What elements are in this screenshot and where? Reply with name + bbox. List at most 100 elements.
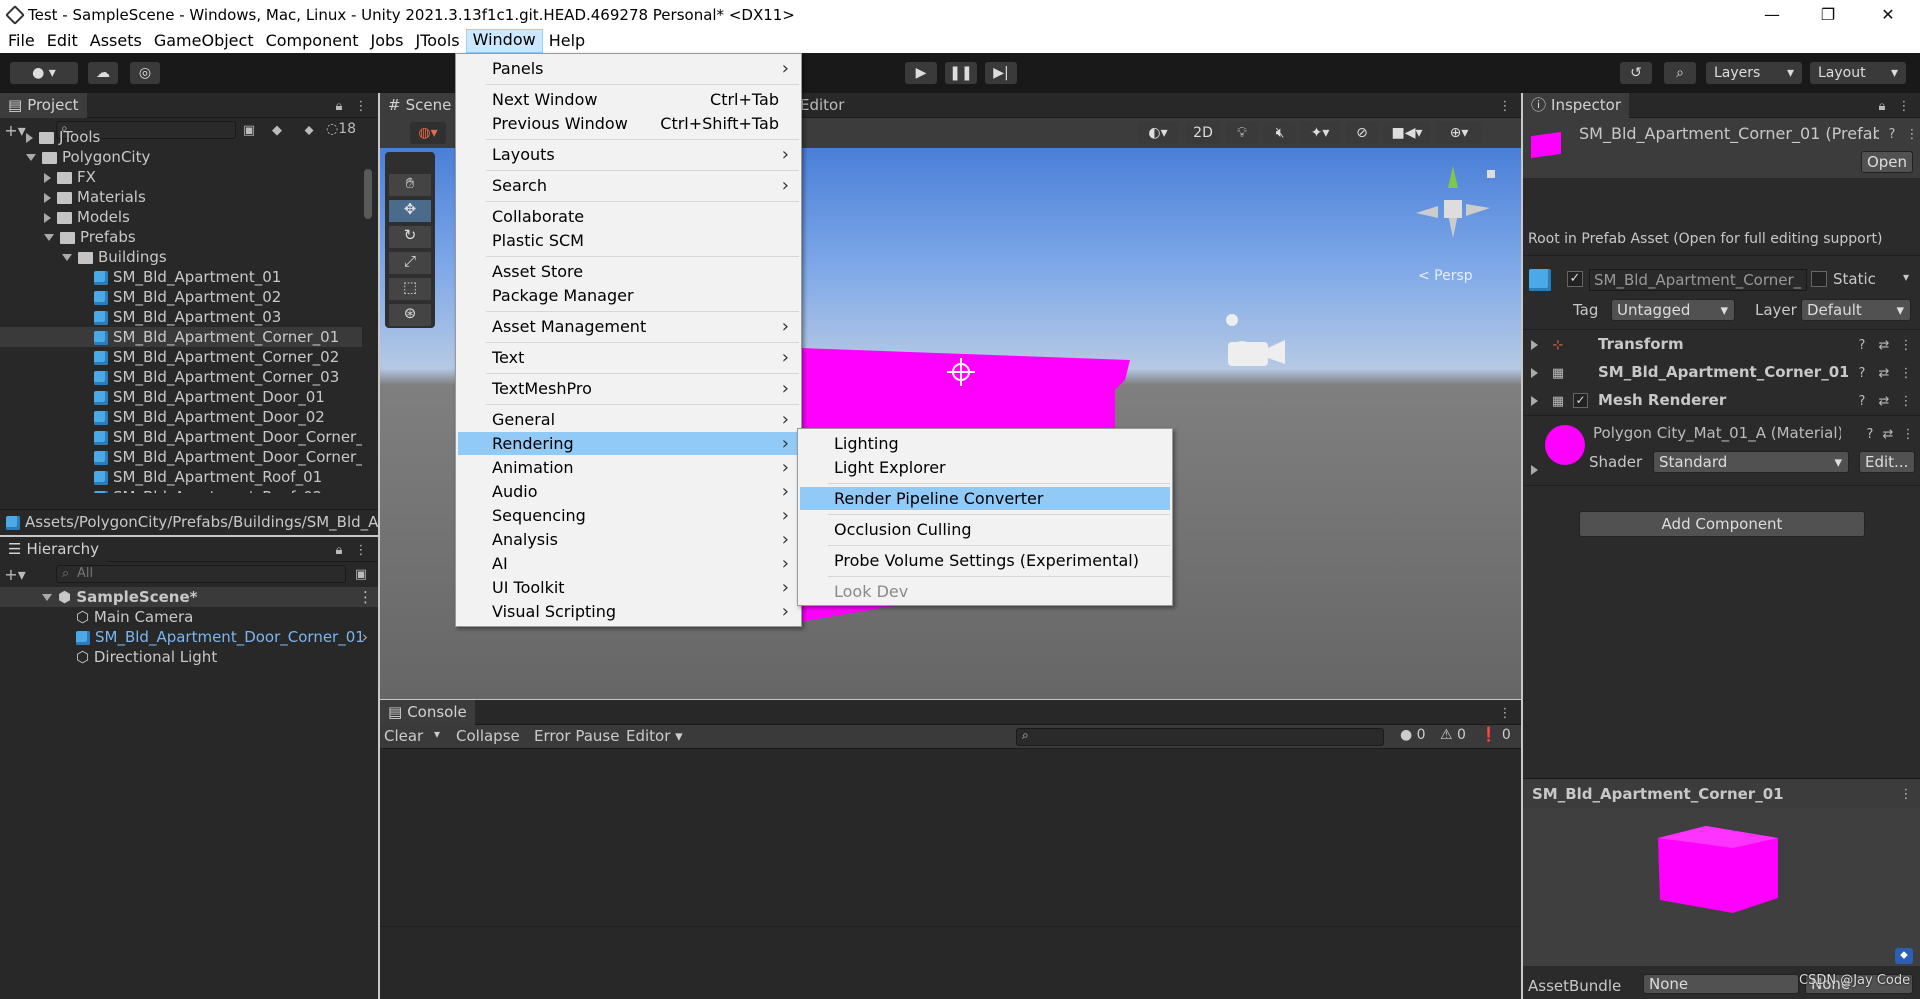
expand-icon[interactable] bbox=[44, 192, 51, 203]
toggle-2d-button[interactable]: 2D bbox=[1186, 122, 1220, 144]
expand-icon[interactable] bbox=[44, 212, 51, 223]
project-item[interactable]: SM_Bld_Apartment_01 bbox=[0, 267, 362, 287]
scene-visibility-icon[interactable]: ▣ bbox=[352, 565, 370, 583]
play-button[interactable]: ▶ bbox=[905, 62, 937, 84]
active-checkbox[interactable]: ✓ bbox=[1567, 271, 1583, 287]
expand-icon[interactable] bbox=[26, 154, 36, 161]
label-tag-icon[interactable]: ⬥ bbox=[1895, 948, 1913, 964]
component-mesh-filter[interactable]: ▦ SM_Bld_Apartment_Corner_01 (I ? ⇄ ⋮ bbox=[1523, 359, 1920, 387]
menu-item[interactable]: Audio › bbox=[458, 480, 799, 503]
project-item[interactable]: Models bbox=[0, 207, 362, 227]
menu-item[interactable]: Visual Scripting › bbox=[458, 600, 799, 623]
clear-button[interactable]: Clear bbox=[384, 727, 423, 745]
projection-label[interactable]: < Persp bbox=[1418, 268, 1473, 284]
menu-item[interactable]: Next Window Ctrl+Tab bbox=[458, 88, 799, 111]
menu-jtools[interactable]: JTools bbox=[409, 29, 465, 53]
gizmos-toggle[interactable]: ⊕▾ bbox=[1436, 122, 1482, 144]
more-icon[interactable]: ⋮ bbox=[352, 97, 370, 115]
menu-item[interactable]: Analysis › bbox=[458, 528, 799, 551]
expand-icon[interactable] bbox=[1531, 368, 1538, 378]
component-mesh-renderer[interactable]: ▦ ✓ Mesh Renderer ? ⇄ ⋮ bbox=[1523, 387, 1920, 415]
layer-dropdown[interactable]: Default ▾ bbox=[1801, 299, 1911, 321]
clear-options-icon[interactable]: ▾ bbox=[434, 727, 440, 741]
menu-item[interactable]: UI Toolkit › bbox=[458, 576, 799, 599]
tab-console[interactable]: ▤ Console bbox=[380, 700, 475, 725]
menu-gameobject[interactable]: GameObject bbox=[148, 29, 260, 53]
project-item[interactable]: PolygonCity bbox=[0, 147, 362, 167]
project-item[interactable]: Prefabs bbox=[0, 227, 362, 247]
more-icon[interactable]: ⋮ bbox=[1897, 392, 1915, 410]
menu-item[interactable]: Previous Window Ctrl+Shift+Tab bbox=[458, 112, 799, 135]
lock-icon[interactable]: 🔒︎ bbox=[330, 97, 348, 115]
project-item[interactable]: SM_Bld_Apartment_Door_Corner_02 bbox=[0, 447, 362, 467]
menu-item[interactable]: General › bbox=[458, 408, 799, 431]
project-item[interactable]: SM_Bld_Apartment_Roof_02 bbox=[0, 487, 362, 493]
menu-item[interactable]: Probe Volume Settings (Experimental) bbox=[800, 549, 1170, 572]
info-count[interactable]: ● 0 bbox=[1400, 727, 1426, 743]
more-icon[interactable]: ⋮ bbox=[1897, 785, 1915, 803]
menu-item[interactable]: Text › bbox=[458, 346, 799, 369]
project-item[interactable]: Materials bbox=[0, 187, 362, 207]
menu-item[interactable]: Collaborate bbox=[458, 205, 799, 228]
help-icon[interactable]: ? bbox=[1853, 364, 1871, 382]
help-icon[interactable]: ? bbox=[1853, 392, 1871, 410]
menu-item[interactable]: Panels › bbox=[458, 57, 799, 80]
expand-icon[interactable] bbox=[26, 132, 33, 143]
add-icon[interactable]: +▾ bbox=[4, 565, 25, 584]
menu-item[interactable]: Package Manager bbox=[458, 284, 799, 307]
cloud-button[interactable]: ☁ bbox=[88, 62, 118, 84]
project-item[interactable]: SM_Bld_Apartment_Corner_01 bbox=[0, 327, 362, 347]
visibility-toggle[interactable]: ⊘ bbox=[1346, 122, 1378, 144]
layout-dropdown[interactable]: Layout ▾ bbox=[1810, 62, 1906, 84]
menu-jobs[interactable]: Jobs bbox=[364, 29, 409, 53]
search-button[interactable]: ⌕ bbox=[1664, 62, 1696, 84]
presets-icon[interactable]: ⇄ bbox=[1875, 336, 1893, 354]
minimize-button[interactable]: — bbox=[1744, 0, 1800, 29]
hierarchy-item[interactable]: SM_Bld_Apartment_Door_Corner_01 › bbox=[76, 627, 376, 647]
tab-project[interactable]: ▤ Project bbox=[0, 93, 87, 118]
menu-item[interactable]: Sequencing › bbox=[458, 504, 799, 527]
menu-item[interactable]: Search › bbox=[458, 174, 799, 197]
expand-icon[interactable] bbox=[42, 594, 52, 601]
project-item[interactable]: SM_Bld_Apartment_Corner_03 bbox=[0, 367, 362, 387]
menu-item[interactable]: Lighting bbox=[800, 432, 1170, 455]
hierarchy-item[interactable]: ⬡ Directional Light bbox=[76, 647, 217, 667]
more-icon[interactable]: ⋮ bbox=[1897, 364, 1915, 382]
account-button[interactable]: ● ▾ bbox=[10, 62, 78, 84]
menu-assets[interactable]: Assets bbox=[84, 29, 148, 53]
assetbundle-dropdown[interactable]: None bbox=[1643, 974, 1799, 994]
more-icon[interactable]: ⋮ bbox=[1496, 704, 1514, 722]
expand-icon[interactable] bbox=[62, 254, 72, 261]
project-item[interactable]: FX bbox=[0, 167, 362, 187]
menu-edit[interactable]: Edit bbox=[41, 29, 84, 53]
presets-icon[interactable]: ⇄ bbox=[1875, 364, 1893, 382]
hierarchy-item[interactable]: ⬡ Main Camera bbox=[76, 607, 193, 627]
static-checkbox[interactable] bbox=[1811, 271, 1827, 287]
menu-help[interactable]: Help bbox=[543, 29, 591, 53]
more-icon[interactable]: ⋮ bbox=[1496, 97, 1514, 115]
tab-game[interactable]: Editor bbox=[800, 93, 844, 118]
draw-mode-button[interactable]: ◐▾ bbox=[1138, 122, 1178, 144]
more-icon[interactable]: ⋮ bbox=[358, 587, 373, 607]
audio-toggle[interactable]: 🔇︎ bbox=[1264, 122, 1296, 144]
expand-icon[interactable] bbox=[1531, 340, 1538, 350]
error-pause-button[interactable]: Error Pause bbox=[534, 727, 619, 745]
orientation-gizmo[interactable] bbox=[1416, 166, 1495, 238]
menu-window[interactable]: Window bbox=[465, 29, 543, 53]
component-transform[interactable]: ⊹ Transform ? ⇄ ⋮ bbox=[1523, 331, 1920, 359]
tab-inspector[interactable]: ⓘ Inspector bbox=[1523, 93, 1629, 118]
tab-scene[interactable]: # Scene bbox=[380, 93, 460, 118]
more-icon[interactable]: ⋮ bbox=[1903, 125, 1920, 143]
expand-icon[interactable] bbox=[1531, 396, 1538, 406]
add-component-button[interactable]: Add Component bbox=[1579, 511, 1865, 537]
presets-icon[interactable]: ⇄ bbox=[1879, 425, 1897, 443]
collapse-button[interactable]: Collapse bbox=[456, 727, 520, 745]
more-icon[interactable]: ⋮ bbox=[1895, 97, 1913, 115]
maximize-button[interactable]: ❐ bbox=[1800, 0, 1856, 29]
menu-item[interactable]: TextMeshPro › bbox=[458, 377, 799, 400]
console-search-input[interactable]: ⌕ bbox=[1016, 728, 1384, 746]
lighting-toggle[interactable]: 💡︎ bbox=[1226, 122, 1258, 144]
preview-area[interactable]: ⬥ bbox=[1523, 808, 1920, 966]
project-item[interactable]: SM_Bld_Apartment_Roof_01 bbox=[0, 467, 362, 487]
tab-hierarchy[interactable]: ☰ Hierarchy bbox=[0, 537, 107, 562]
